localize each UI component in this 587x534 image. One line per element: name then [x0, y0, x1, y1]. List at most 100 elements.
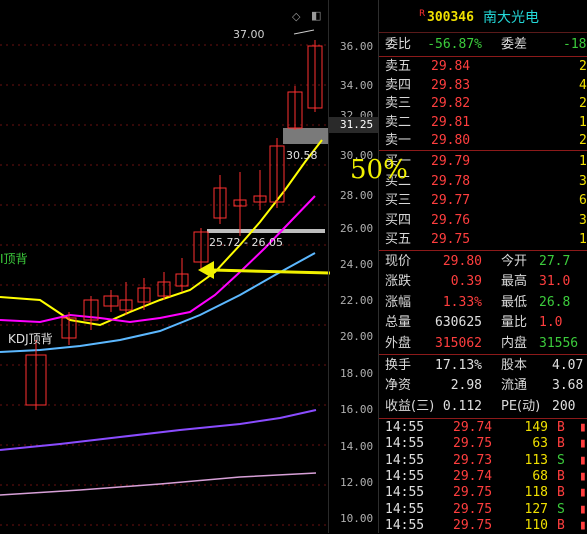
stat-label: 内盘 [501, 335, 528, 351]
sell-level-label: 卖三 [385, 96, 412, 112]
sell-row[interactable]: 卖四 29.83 4 [379, 76, 587, 96]
buy-volume: 10 [579, 232, 587, 248]
window-toggle-icon[interactable]: ◧ [311, 9, 321, 22]
tick-row[interactable]: 14:55 29.74 68 B ▮ [379, 469, 587, 485]
kline-canvas[interactable] [0, 0, 330, 533]
high-pointer [293, 29, 315, 35]
tick-row[interactable]: 14:55 29.73 113 S ▮ [379, 453, 587, 469]
tick-volume: 63 [532, 436, 548, 452]
sell-level-label: 卖一 [385, 133, 412, 149]
stat-label: 最低 [501, 294, 528, 310]
stat-label: 现价 [385, 254, 412, 269]
stat-label: 总量 [385, 315, 412, 331]
stat-value: 31556 [539, 335, 579, 351]
tick-volume: 127 [524, 501, 548, 517]
buy-row[interactable]: 买四 29.76 3 [379, 211, 587, 231]
tick-time: 14:55 [385, 436, 425, 452]
stat-value: 1.0 [539, 315, 563, 331]
sell-row[interactable]: 卖五 29.84 2 [379, 57, 587, 77]
macd-divergence-label: I顶背 [0, 252, 28, 266]
tick-volume: 113 [524, 452, 548, 468]
sell-price: 29.84 [431, 59, 471, 74]
arrow-head-horizontal [198, 261, 214, 279]
tick-side: B [557, 420, 565, 435]
stat2-label: 收益(三) [385, 398, 435, 414]
ma-line-purple [0, 409, 317, 451]
diamond-icon[interactable]: ◇ [292, 10, 300, 23]
tick-row[interactable]: 14:55 29.75 118 B ▮ [379, 485, 587, 501]
stat-value: 26.8 [539, 294, 571, 310]
stat2-row: 净资 2.98 流通 3.68 [379, 376, 587, 396]
stat2-label: 流通 [501, 378, 528, 394]
tick-row[interactable]: 14:55 29.75 63 B ▮ [379, 436, 587, 452]
stat2-row: 换手 17.13% 股本 4.07 [379, 356, 587, 376]
tick-flag: ▮ [579, 452, 587, 468]
axis-label-26: 26.00 [340, 222, 374, 235]
sell-price: 29.82 [431, 96, 471, 112]
sell-volume: 20 [579, 96, 587, 112]
tick-time: 14:55 [385, 468, 425, 484]
tick-flag: ▮ [579, 420, 587, 435]
stat-value: 27.7 [539, 254, 571, 269]
tick-row[interactable]: 14:55 29.74 149 B ▮ [379, 420, 587, 436]
kline-chart[interactable]: 37.00 30.58 25.72 - 26.05 I顶背 KDJ顶背 50% … [0, 0, 408, 533]
stat2-label: 净资 [385, 378, 412, 394]
support-band [207, 229, 325, 233]
stat2-value: 3.68 [552, 378, 584, 394]
tick-price: 29.73 [453, 452, 493, 468]
sell-row[interactable]: 卖三 29.82 20 [379, 94, 587, 114]
tick-price: 29.75 [453, 485, 493, 501]
buy-price: 29.79 [431, 154, 471, 169]
stat-value: 0.39 [450, 274, 482, 290]
tick-volume: 68 [532, 468, 548, 484]
buy-row[interactable]: 买三 29.77 6 [379, 191, 587, 211]
stat2-label: PE(动) [501, 398, 541, 414]
tick-row[interactable]: 14:55 29.75 127 S ▮ [379, 502, 587, 518]
sell-level-label: 卖二 [385, 114, 412, 130]
stock-header[interactable]: R 300346 南大光电 [379, 8, 587, 28]
stat-row: 涨跌 0.39 最高 31.0 [379, 272, 587, 292]
tick-row[interactable]: 14:55 29.75 110 B ▮ [379, 518, 587, 534]
stat-value: 29.80 [442, 254, 482, 269]
buy-row[interactable]: 买二29.7830 [379, 172, 587, 192]
axis-label-18: 18.00 [340, 367, 374, 380]
sell-row[interactable]: 卖二 29.81 11 [379, 113, 587, 133]
tick-volume: 149 [524, 420, 548, 435]
stat-row: 外盘 315062 内盘 31556 [379, 334, 587, 354]
stat-label: 量比 [501, 315, 528, 331]
buy-row[interactable]: 买一29.7914 [379, 152, 587, 172]
stat-value: 31.0 [539, 274, 571, 290]
tick-time: 14:55 [385, 517, 425, 533]
buy-level-label: 买三 [385, 193, 412, 209]
stat-row: 现价 29.80 今开 27.7 [379, 252, 587, 272]
tick-price: 29.74 [453, 468, 493, 484]
stat-value: 315062 [435, 335, 482, 351]
stat-label: 外盘 [385, 335, 412, 351]
buy-level-label: 买五 [385, 232, 412, 248]
axis-label-14: 14.00 [340, 440, 374, 453]
sell-price: 29.83 [431, 77, 471, 93]
tick-flag: ▮ [579, 485, 587, 501]
tick-volume: 118 [524, 485, 548, 501]
stat2-label: 股本 [501, 358, 528, 373]
buy-row[interactable]: 买五 29.75 10 [379, 230, 587, 250]
stat2-value: 200 [552, 398, 576, 414]
axis-label-10: 10.00 [340, 512, 374, 525]
stat2-value: 2.98 [450, 378, 482, 394]
buy-price: 29.75 [431, 232, 471, 248]
tick-flag: ▮ [579, 436, 587, 452]
arrow-shaft-horizontal [211, 268, 330, 275]
tick-side: B [557, 485, 565, 501]
tick-time: 14:55 [385, 420, 425, 435]
tick-flag: ▮ [579, 517, 587, 533]
sell-volume: 219 [579, 133, 587, 149]
buy-volume: 14 [579, 154, 587, 169]
buy-price: 29.76 [431, 212, 471, 228]
sell-row[interactable]: 卖一 29.80 219 [379, 131, 587, 151]
tick-price: 29.74 [453, 420, 493, 435]
quote-panel: R 300346 南大光电 委比 -56.87% 委差 -187 卖五 29.84… [378, 0, 587, 533]
buy-volume: 30 [579, 173, 587, 189]
tick-side: B [557, 436, 565, 452]
buy-volume: 6 [579, 193, 587, 209]
axis-label-12: 12.00 [340, 476, 374, 489]
